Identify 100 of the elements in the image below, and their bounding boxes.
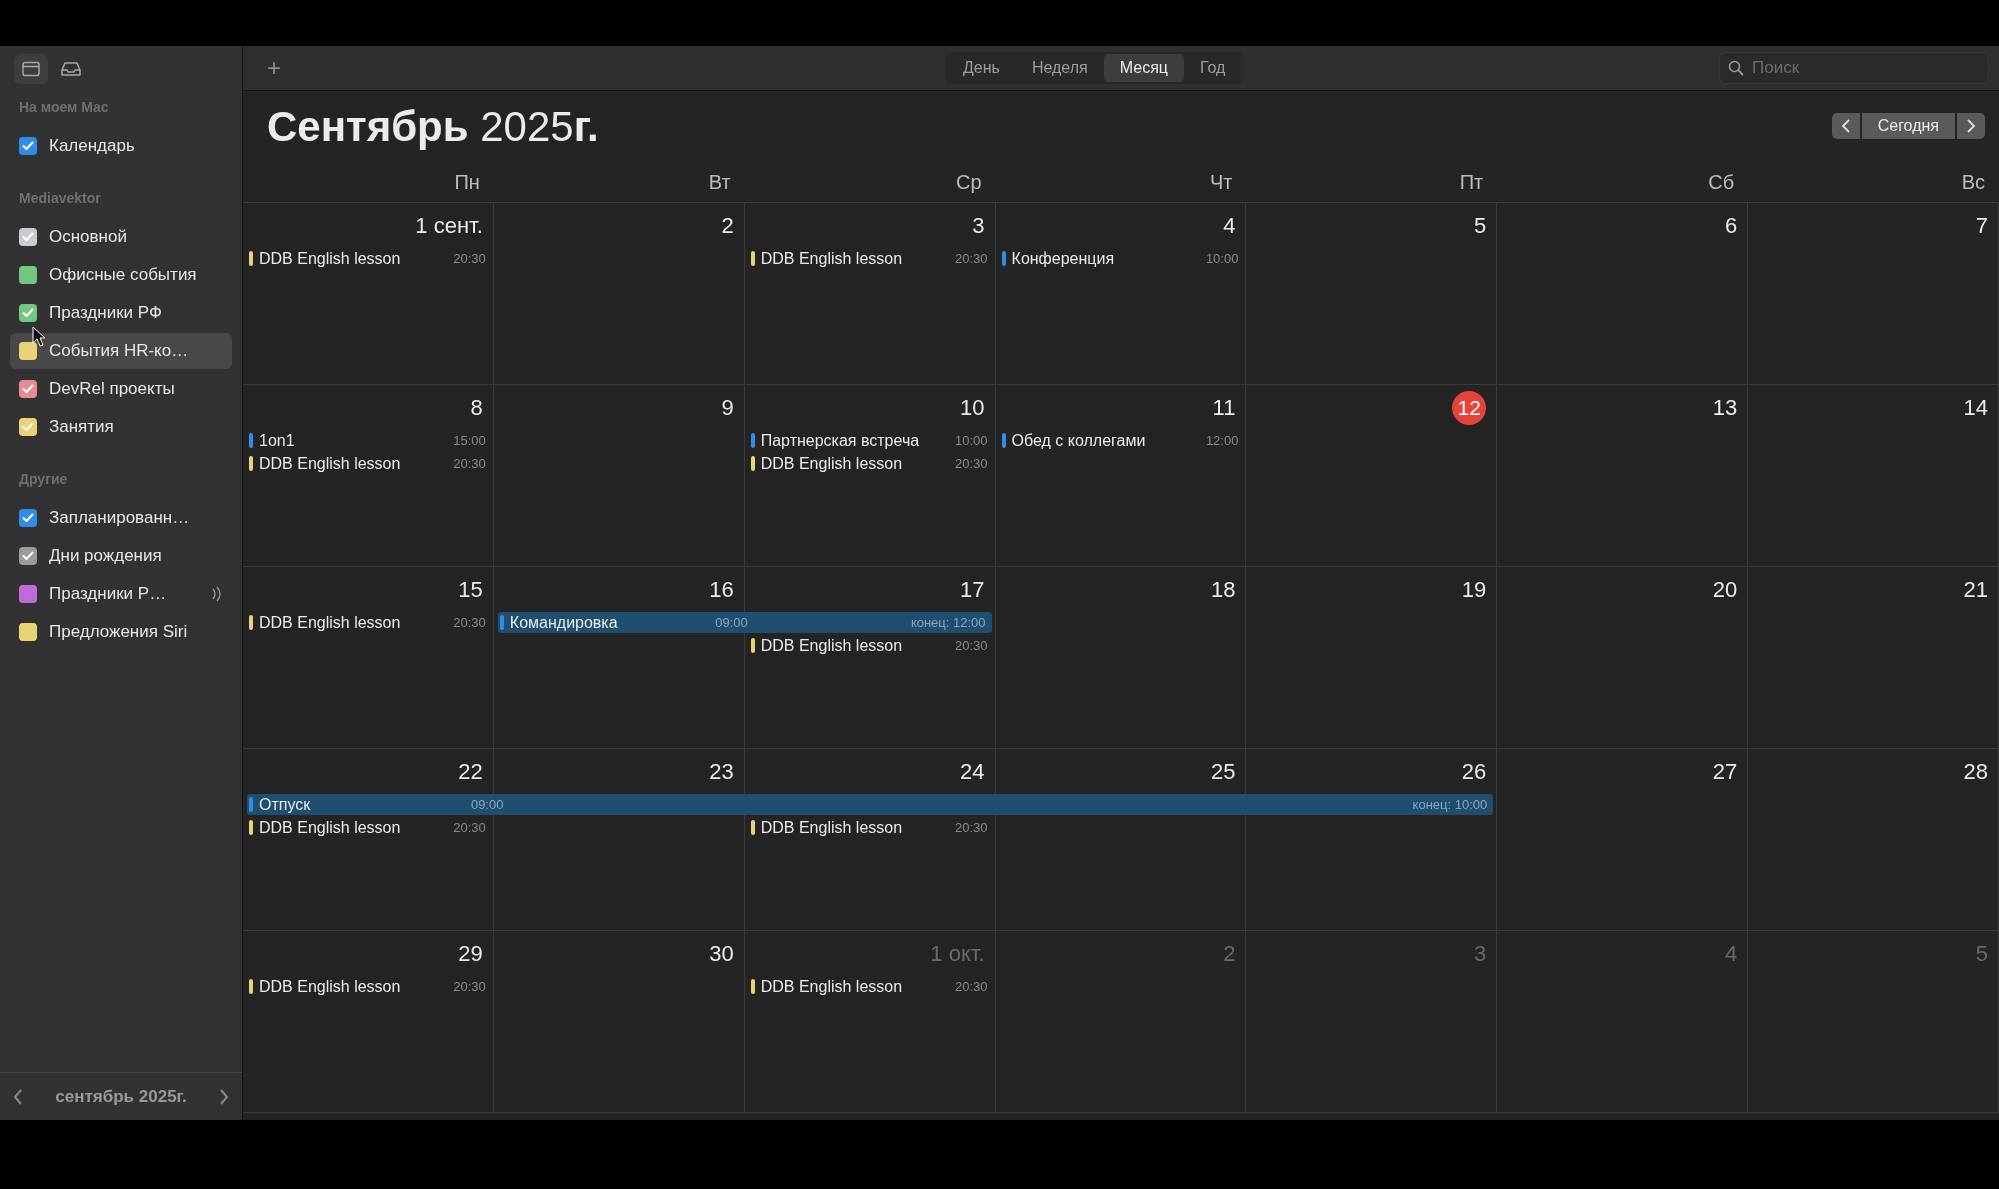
day-number: 2 xyxy=(1223,940,1236,968)
calendar-checkbox[interactable] xyxy=(19,266,37,284)
checkmark-icon[interactable] xyxy=(22,422,34,432)
search-field[interactable]: Поиск xyxy=(1719,52,1989,84)
inbox-icon[interactable] xyxy=(60,60,82,77)
view-tab[interactable]: Неделя xyxy=(1015,54,1104,82)
view-tab[interactable]: Год xyxy=(1183,54,1242,82)
multi-day-event[interactable]: Отпуск 09:00 конец: 10:00 xyxy=(247,794,1494,815)
event-time: 20:30 xyxy=(453,454,487,473)
calendar-checkbox[interactable] xyxy=(19,228,37,246)
checkmark-icon[interactable] xyxy=(22,232,34,242)
checkmark-icon[interactable] xyxy=(22,308,34,318)
calendar-name: Предложения Siri xyxy=(49,621,189,644)
calendar-list-item[interactable]: Офисные события xyxy=(10,257,232,293)
calendar-checkbox[interactable] xyxy=(19,418,37,436)
day-number: 3 xyxy=(1474,940,1487,968)
pointer-icon[interactable] xyxy=(32,326,46,348)
chevron-left-icon[interactable] xyxy=(1840,119,1851,133)
calendar-event[interactable]: Обед с коллегами 12:00 xyxy=(999,430,1243,451)
next-month-icon[interactable] xyxy=(218,1087,230,1106)
day-number: 5 xyxy=(1474,212,1487,240)
weekday-label: Пн xyxy=(454,169,480,195)
event-title: DDB English lesson xyxy=(760,817,904,838)
event-title: DDB English lesson xyxy=(259,612,402,633)
event-time: 20:30 xyxy=(955,636,989,655)
event-time: 20:30 xyxy=(453,818,487,837)
event-title: 1on1 xyxy=(259,430,296,451)
calendar-list-item[interactable]: Календарь xyxy=(10,128,232,164)
event-time: 20:30 xyxy=(453,249,487,268)
calendar-event[interactable]: DDB English lesson 20:30 xyxy=(748,817,992,838)
calendar-event[interactable]: DDB English lesson 20:30 xyxy=(247,248,490,269)
calendar-view-button[interactable] xyxy=(14,53,48,84)
broadcast-icon[interactable] xyxy=(211,586,223,602)
calendar-list-item[interactable]: Праздники РФ xyxy=(10,295,232,331)
checkmark-icon[interactable] xyxy=(22,384,34,394)
calendar-event[interactable]: DDB English lesson 20:30 xyxy=(748,453,992,474)
event-time: 10:00 xyxy=(1205,249,1240,268)
previous-month-icon[interactable] xyxy=(12,1087,24,1106)
event-title: DDB English lesson xyxy=(760,248,904,269)
calendar-list-item[interactable]: События HR-ко… xyxy=(10,333,232,369)
calendar-list-item[interactable]: Основной xyxy=(10,219,232,255)
calendar-event[interactable]: DDB English lesson 20:30 xyxy=(748,248,992,269)
calendar-checkbox[interactable] xyxy=(19,380,37,398)
calendar-list-item[interactable]: DevRel проекты xyxy=(10,371,232,407)
calendar-event[interactable]: DDB English lesson 20:30 xyxy=(247,817,490,838)
calendar-checkbox[interactable] xyxy=(19,585,37,603)
multi-day-event[interactable]: Командировка 09:00 конец: 12:00 xyxy=(497,612,992,633)
day-number: 10 xyxy=(960,394,985,422)
calendar-list-item[interactable]: Праздники Р… xyxy=(10,576,232,612)
view-tab[interactable]: Месяц xyxy=(1103,54,1184,82)
event-end-time: конец: 10:00 xyxy=(1412,795,1488,814)
calendar-event[interactable]: Партнерская встреча 10:00 xyxy=(748,430,992,451)
calendar-name: Офисные события xyxy=(49,264,198,287)
add-event-button[interactable]: + xyxy=(267,56,281,80)
calendar-event[interactable]: DDB English lesson 20:30 xyxy=(748,635,992,656)
event-title: DDB English lesson xyxy=(259,453,402,474)
calendar-event[interactable]: DDB English lesson 20:30 xyxy=(247,612,490,633)
event-time: 15:00 xyxy=(453,431,487,450)
calendar-checkbox[interactable] xyxy=(19,342,37,360)
calendar-event[interactable]: DDB English lesson 20:30 xyxy=(748,976,992,997)
calendar-checkbox[interactable] xyxy=(19,509,37,527)
day-number: 29 xyxy=(458,940,483,968)
calendar-name: Основной xyxy=(49,226,128,249)
calendar-name: Дни рождения xyxy=(49,545,163,568)
calendar-list-item[interactable]: Занятия xyxy=(10,409,232,445)
calendar-checkbox[interactable] xyxy=(19,547,37,565)
checkmark-icon[interactable] xyxy=(22,551,34,561)
calendar-list-item[interactable]: Дни рождения xyxy=(10,538,232,574)
day-number: 8 xyxy=(470,394,483,422)
day-number: 28 xyxy=(1963,758,1988,786)
event-time: 20:30 xyxy=(955,454,989,473)
weekday-label: Чт xyxy=(1209,169,1233,195)
next-button[interactable] xyxy=(1957,113,1985,139)
day-number: 5 xyxy=(1975,940,1988,968)
calendar-event[interactable]: DDB English lesson 20:30 xyxy=(247,976,490,997)
day-number: 7 xyxy=(1975,212,1988,240)
calendar-checkbox[interactable] xyxy=(19,137,37,155)
calendar-name: Календарь xyxy=(49,135,136,158)
day-number: 27 xyxy=(1712,758,1738,786)
view-tab[interactable]: День xyxy=(947,54,1016,82)
calendar-event[interactable]: Конференция 10:00 xyxy=(999,248,1243,269)
event-end-time: конец: 12:00 xyxy=(910,613,986,632)
chevron-right-icon[interactable] xyxy=(1966,119,1976,133)
calendar-icon[interactable] xyxy=(22,60,40,77)
checkmark-icon[interactable] xyxy=(22,513,34,523)
event-title: Отпуск xyxy=(259,794,311,815)
calendar-checkbox[interactable] xyxy=(19,623,37,641)
checkmark-icon[interactable] xyxy=(22,141,34,151)
calendar-list-item[interactable]: Запланированн… xyxy=(10,500,232,536)
calendar-list-item[interactable]: Предложения Siri xyxy=(10,614,232,650)
calendar-event[interactable]: 1on1 15:00 xyxy=(247,430,490,451)
weekday-label: Вт xyxy=(708,169,731,195)
day-number: 2 xyxy=(721,212,734,240)
calendar-checkbox[interactable] xyxy=(19,304,37,322)
mini-month-label: сентябрь 2025г. xyxy=(55,1085,187,1108)
day-number: 24 xyxy=(960,758,985,786)
previous-button[interactable] xyxy=(1831,113,1860,139)
today-button[interactable]: Сегодня xyxy=(1861,113,1955,139)
calendar-event[interactable]: DDB English lesson 20:30 xyxy=(247,453,490,474)
month-title: Сентябрь 2025г. xyxy=(267,101,599,152)
